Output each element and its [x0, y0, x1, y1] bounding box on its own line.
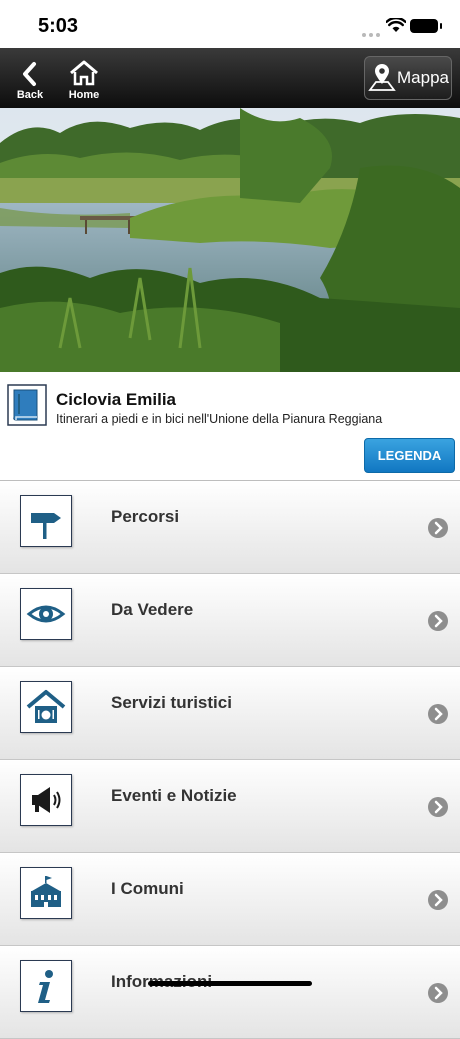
- menu-item-informazioni[interactable]: Informazioni: [0, 946, 460, 1039]
- info-icon: [20, 960, 72, 1012]
- signal-icon: [362, 24, 383, 42]
- app-subtitle: Itinerari a piedi e in bici nell'Unione …: [56, 412, 383, 426]
- chevron-right-icon: [428, 518, 448, 538]
- town-hall-icon: [20, 867, 72, 919]
- main-menu: Percorsi Da Vedere Servizi turistici Eve…: [0, 481, 460, 1039]
- map-button[interactable]: Mappa: [364, 56, 452, 100]
- map-label: Mappa: [397, 68, 449, 87]
- legend-button[interactable]: LEGENDA: [364, 438, 455, 473]
- back-label: Back: [16, 89, 44, 101]
- home-button[interactable]: Home: [62, 48, 106, 108]
- book-icon: [7, 384, 47, 426]
- hero-image: [0, 108, 460, 372]
- menu-item-label: I Comuni: [111, 879, 184, 898]
- wifi-icon: [386, 18, 406, 32]
- battery-icon: [410, 19, 442, 33]
- chevron-right-icon: [428, 797, 448, 817]
- menu-item-servizi-turistici[interactable]: Servizi turistici: [0, 667, 460, 760]
- home-indicator[interactable]: [148, 981, 312, 986]
- menu-item-da-vedere[interactable]: Da Vedere: [0, 574, 460, 667]
- app-title: Ciclovia Emilia: [56, 390, 176, 409]
- map-pin-icon: [368, 64, 396, 91]
- menu-item-label: Da Vedere: [111, 600, 194, 619]
- house-dining-icon: [20, 681, 72, 733]
- back-button[interactable]: Back: [8, 48, 52, 108]
- home-icon: [70, 60, 98, 86]
- back-arrow-icon: [23, 62, 36, 86]
- home-label: Home: [68, 89, 100, 101]
- menu-item-eventi-notizie[interactable]: Eventi e Notizie: [0, 760, 460, 853]
- menu-item-label: Servizi turistici: [111, 693, 232, 712]
- status-bar: 5:03: [0, 0, 460, 48]
- menu-item-i-comuni[interactable]: I Comuni: [0, 853, 460, 946]
- top-navbar: Back Home Mappa: [0, 48, 460, 109]
- chevron-right-icon: [428, 611, 448, 631]
- eye-icon: [20, 588, 72, 640]
- menu-item-label: Eventi e Notizie: [111, 786, 237, 805]
- megaphone-icon: [20, 774, 72, 826]
- chevron-right-icon: [428, 890, 448, 910]
- chevron-right-icon: [428, 983, 448, 1003]
- menu-item-label: Percorsi: [111, 507, 180, 526]
- app-info-header: Ciclovia Emilia Itinerari a piedi e in b…: [0, 372, 460, 482]
- menu-item-percorsi[interactable]: Percorsi: [0, 481, 460, 574]
- chevron-right-icon: [428, 704, 448, 724]
- status-time: 5:03: [38, 15, 79, 37]
- signpost-icon: [20, 495, 72, 547]
